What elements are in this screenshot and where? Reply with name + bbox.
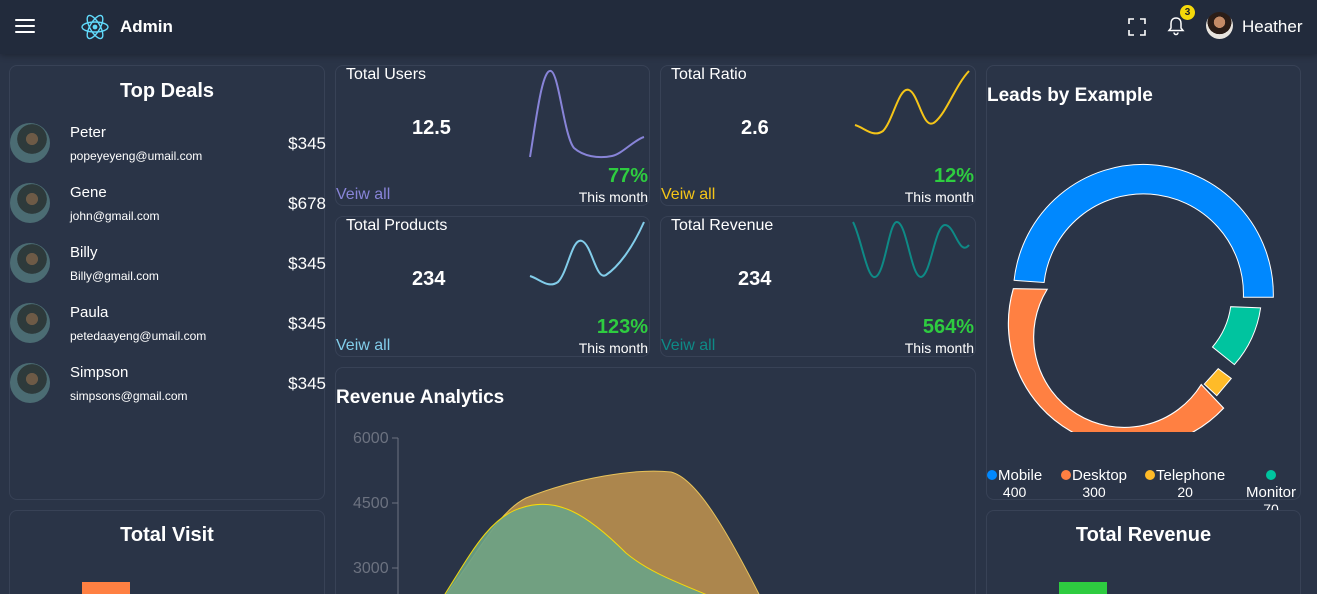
stat-percent: 123% bbox=[596, 316, 648, 338]
stat-title: Total Ratio bbox=[671, 66, 747, 83]
deal-item[interactable]: Simpson simpsons@gmail.com $345 bbox=[10, 363, 326, 423]
legend-item-mobile: Mobile 400 bbox=[987, 467, 1042, 500]
deal-amount: $345 bbox=[288, 314, 326, 333]
avatar bbox=[10, 243, 50, 283]
deal-email: Billy@gmail.com bbox=[70, 269, 159, 283]
react-logo-icon[interactable] bbox=[80, 12, 110, 42]
deal-email: petedaayeng@umail.com bbox=[70, 329, 207, 343]
revenue-bar bbox=[1059, 582, 1107, 594]
sparkline-chart bbox=[854, 70, 970, 135]
total-revenue-title: Total Revenue bbox=[1075, 524, 1212, 546]
stat-value: 234 bbox=[738, 268, 772, 290]
top-deals-card: Top Deals Peter popeyeyeng@umail.com $34… bbox=[9, 65, 326, 500]
stat-title: Total Products bbox=[346, 217, 448, 234]
donut-segment-monitor[interactable] bbox=[1211, 306, 1262, 366]
stat-period: This month bbox=[904, 340, 974, 356]
top-deals-title: Top Deals bbox=[119, 80, 215, 102]
total-revenue-bar-card: Total Revenue bbox=[986, 510, 1301, 594]
deal-amount: $345 bbox=[288, 254, 326, 273]
deal-name: Gene bbox=[70, 184, 107, 201]
avatar bbox=[10, 363, 50, 403]
donut-chart bbox=[1007, 163, 1274, 432]
donut-segment-desktop[interactable] bbox=[1007, 288, 1225, 432]
deal-email: john@gmail.com bbox=[70, 209, 160, 223]
leads-title: Leads by Example bbox=[987, 85, 1153, 106]
avatar bbox=[10, 183, 50, 223]
menu-icon[interactable] bbox=[15, 19, 35, 35]
view-all-link[interactable]: Veiw all bbox=[336, 186, 390, 204]
stat-period: This month bbox=[578, 189, 648, 205]
view-all-link[interactable]: Veiw all bbox=[661, 186, 715, 204]
sparkline-chart bbox=[529, 70, 645, 159]
deal-name: Paula bbox=[70, 304, 109, 321]
revenue-area-chart bbox=[392, 437, 760, 594]
user-name[interactable]: Heather bbox=[1242, 17, 1302, 37]
legend-dot bbox=[1145, 470, 1155, 480]
deal-amount: $678 bbox=[288, 194, 326, 213]
stat-value: 234 bbox=[412, 268, 446, 290]
legend-label: Desktop bbox=[1072, 467, 1128, 484]
user-avatar[interactable] bbox=[1206, 12, 1233, 39]
deal-email: simpsons@gmail.com bbox=[70, 389, 188, 403]
deal-item[interactable]: Billy Billy@gmail.com $345 bbox=[10, 243, 326, 303]
stat-period: This month bbox=[578, 340, 648, 356]
legend-value: 400 bbox=[1002, 484, 1027, 500]
legend-dot bbox=[987, 470, 997, 480]
deal-amount: $345 bbox=[288, 374, 326, 393]
deal-name: Simpson bbox=[70, 364, 129, 381]
total-visit-card: Total Visit bbox=[9, 510, 325, 594]
stat-title: Total Users bbox=[346, 66, 427, 83]
total-ratio-card: Total Ratio 2.6 Veiw all 12% This month bbox=[660, 65, 976, 206]
deal-item[interactable]: Gene john@gmail.com $678 bbox=[10, 183, 326, 243]
stat-percent: 12% bbox=[933, 165, 974, 187]
legend-value: 300 bbox=[1082, 484, 1106, 500]
legend-dot bbox=[1265, 470, 1276, 480]
view-all-link[interactable]: Veiw all bbox=[336, 337, 390, 355]
legend-dot bbox=[1061, 470, 1071, 480]
stat-value: 2.6 bbox=[741, 117, 769, 139]
legend-item-telephone: Telephone 20 bbox=[1145, 467, 1225, 500]
app-brand[interactable]: Admin bbox=[120, 17, 173, 37]
total-users-card: Total Users 12.5 Veiw all 77% This month bbox=[335, 65, 650, 206]
sparkline-chart bbox=[529, 221, 645, 286]
notification-badge: 3 bbox=[1180, 5, 1195, 20]
legend-item-desktop: Desktop 300 bbox=[1061, 467, 1127, 500]
stat-title: Total Revenue bbox=[671, 217, 774, 234]
revenue-analytics-card: Revenue Analytics 6000 4500 3000 bbox=[335, 367, 976, 594]
legend-label: Monitor bbox=[1245, 484, 1297, 501]
total-visit-title: Total Visit bbox=[120, 524, 214, 546]
legend-label: Telephone bbox=[1156, 467, 1226, 484]
visit-bar bbox=[82, 582, 130, 594]
deal-name: Peter bbox=[70, 124, 106, 141]
fullscreen-icon[interactable] bbox=[1128, 18, 1146, 36]
total-revenue-card: Total Revenue 234 Veiw all 564% This mon… bbox=[660, 216, 976, 357]
avatar bbox=[10, 123, 50, 163]
deal-amount: $345 bbox=[288, 134, 326, 153]
deal-item[interactable]: Paula petedaayeng@umail.com $345 bbox=[10, 303, 326, 363]
donut-segment-mobile[interactable] bbox=[1013, 163, 1274, 298]
deal-item[interactable]: Peter popeyeyeng@umail.com $345 bbox=[10, 123, 326, 183]
avatar bbox=[10, 303, 50, 343]
view-all-link[interactable]: Veiw all bbox=[661, 337, 715, 355]
deal-name: Billy bbox=[70, 244, 98, 261]
stat-period: This month bbox=[904, 189, 974, 205]
top-bar: Admin 3 Heather bbox=[0, 0, 1317, 54]
stat-value: 12.5 bbox=[412, 117, 451, 139]
stat-percent: 564% bbox=[922, 316, 974, 338]
sparkline-chart bbox=[852, 220, 970, 279]
leads-card: Leads by Example Mobile 400 Desktop 300 … bbox=[986, 65, 1301, 517]
deal-email: popeyeyeng@umail.com bbox=[70, 149, 203, 163]
total-products-card: Total Products 234 Veiw all 123% This mo… bbox=[335, 216, 650, 357]
stat-percent: 77% bbox=[607, 165, 648, 187]
legend-value: 20 bbox=[1177, 484, 1193, 500]
legend-label: Mobile bbox=[998, 467, 1043, 484]
